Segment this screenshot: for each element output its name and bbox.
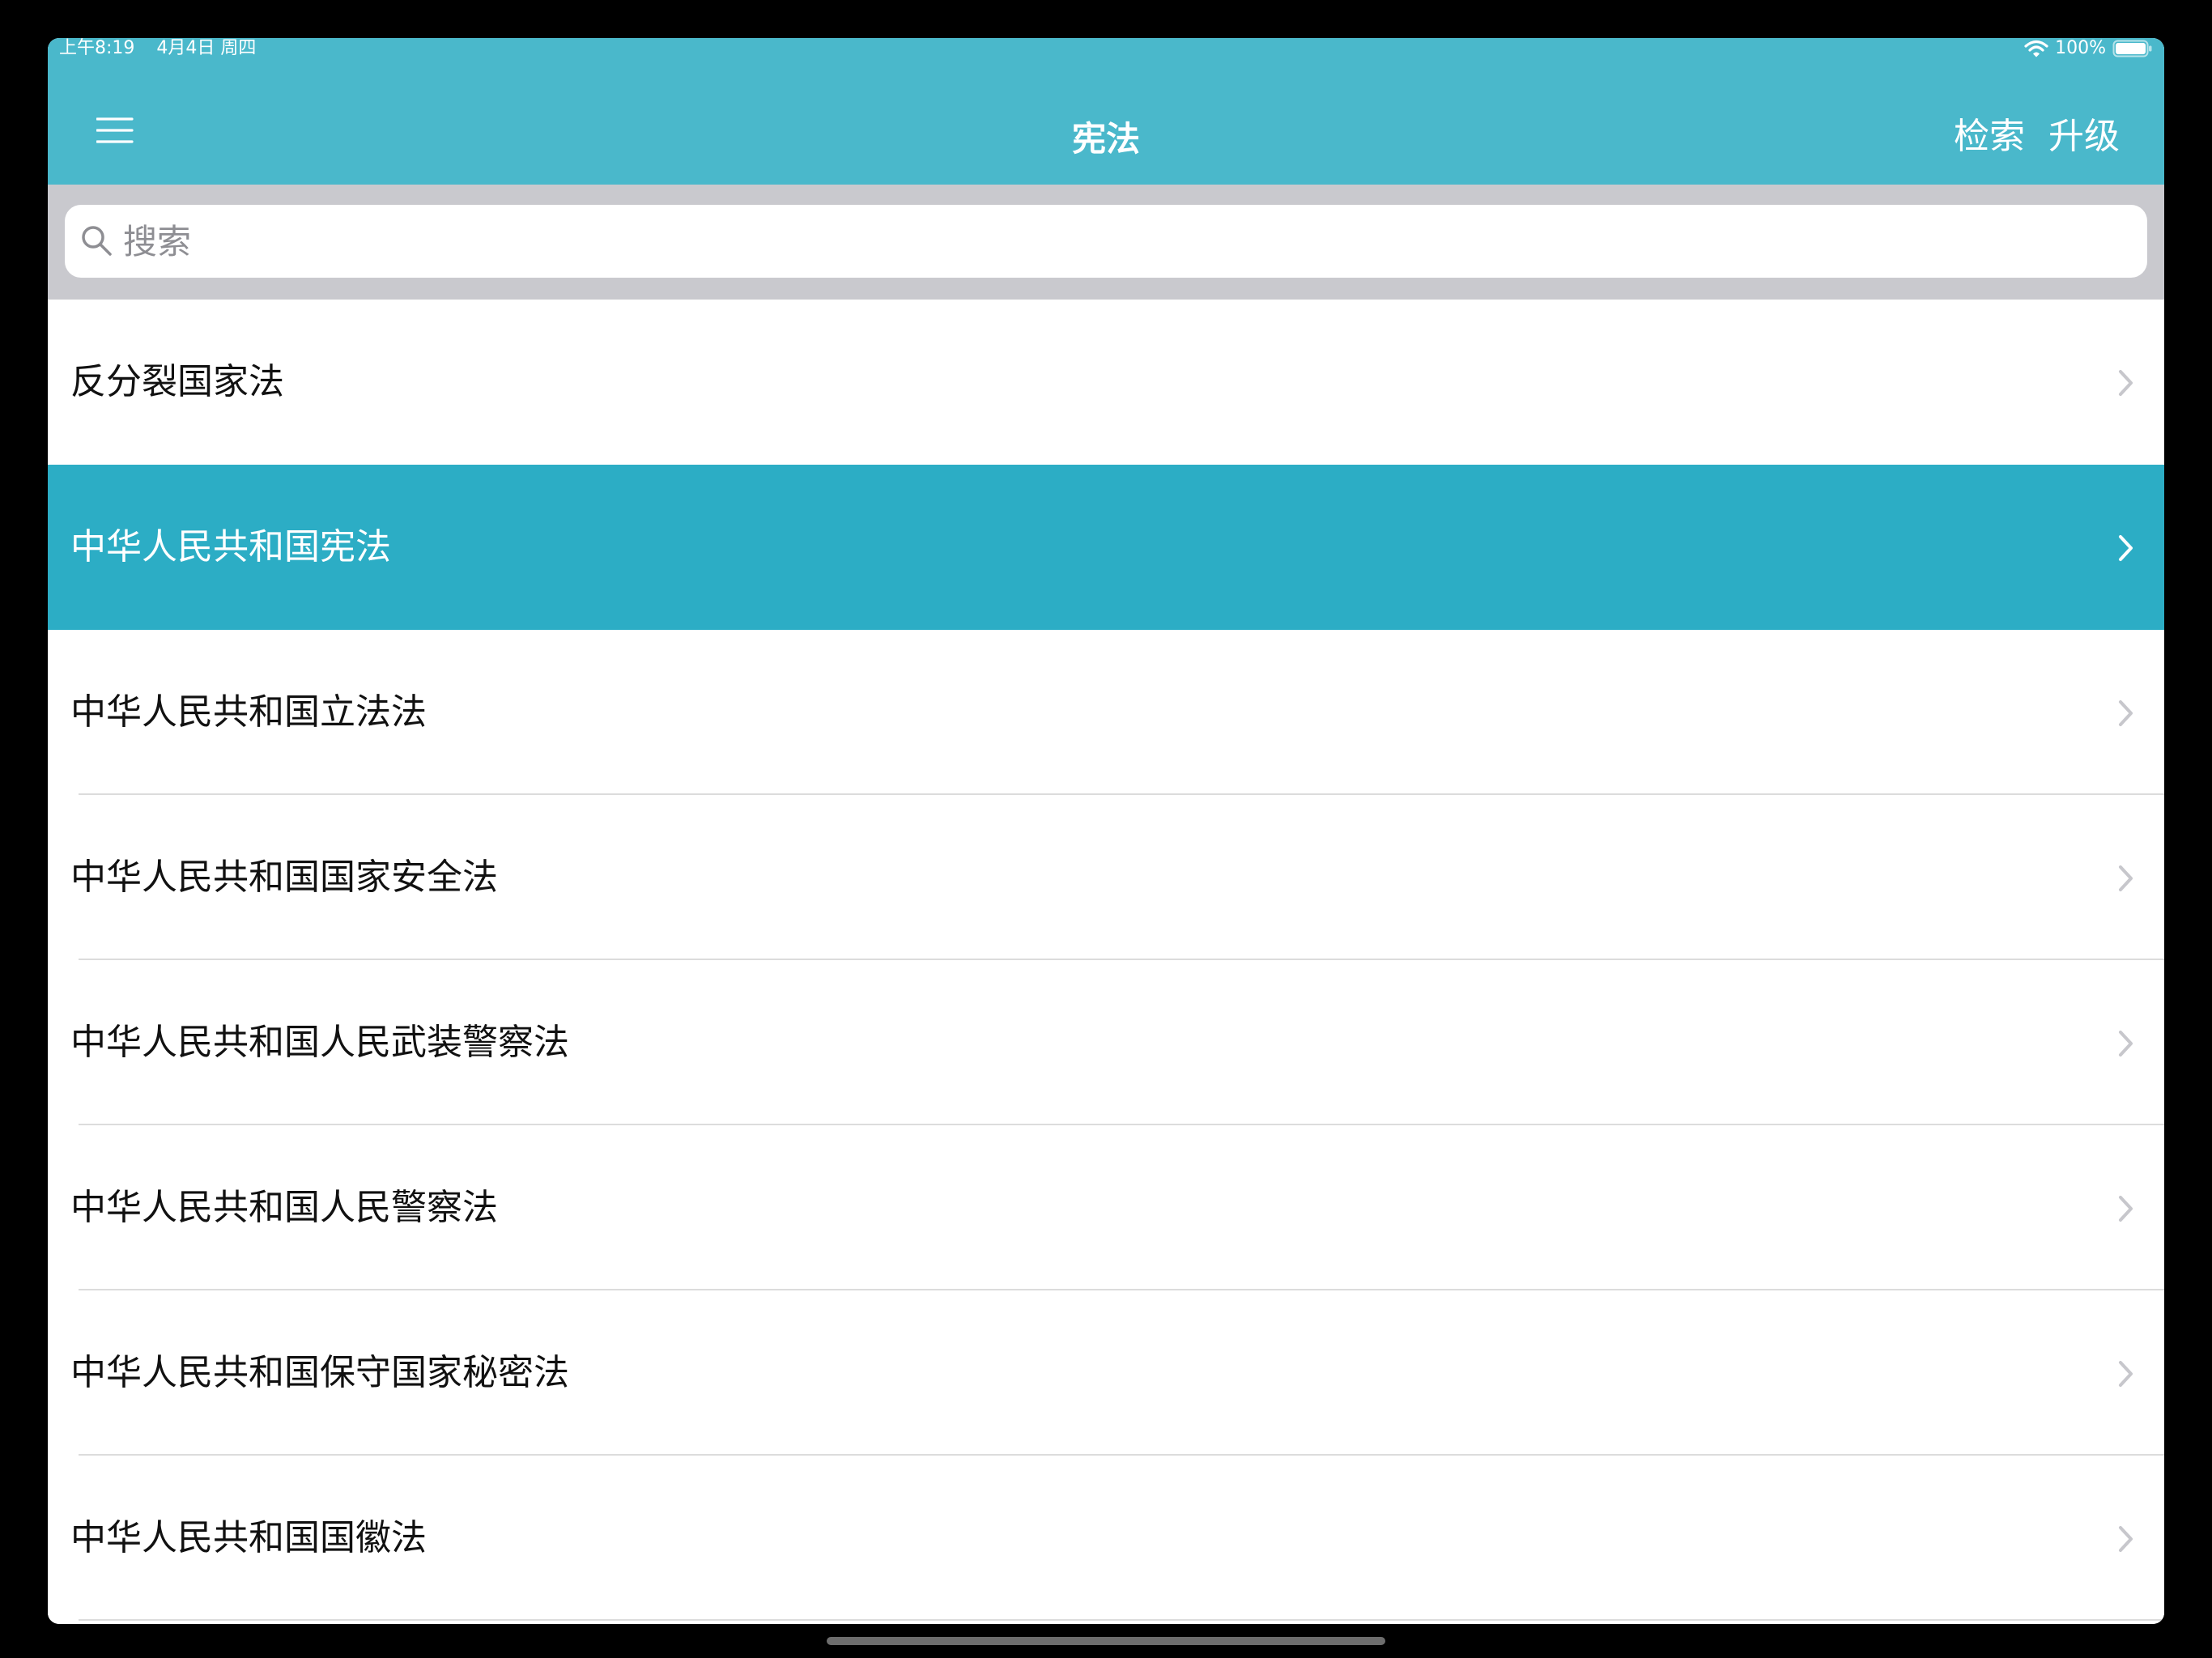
list-item[interactable]: 反分裂国家法 [48, 300, 2164, 465]
status-bar: 上午8:19 4月4日 周四 100% [48, 38, 2164, 61]
status-date: 4月4日 周四 [156, 38, 257, 58]
battery-icon [2112, 39, 2153, 58]
status-time: 上午8:19 [59, 38, 135, 58]
list-item[interactable]: 中华人民共和国国徽法 [48, 1456, 2164, 1621]
list-item-label: 中华人民共和国国家安全法 [70, 857, 498, 898]
chevron-right-icon [2117, 864, 2135, 893]
list-item-label: 中华人民共和国人民警察法 [70, 1187, 498, 1228]
search-icon [80, 224, 114, 258]
list-item[interactable]: 中华人民共和国保守国家秘密法 [48, 1290, 2164, 1456]
search-nav-button[interactable]: 检索 [1954, 113, 2025, 161]
chevron-right-icon [2117, 534, 2135, 563]
list-item-label: 反分裂国家法 [70, 361, 284, 402]
chevron-right-icon [2117, 1029, 2135, 1058]
list-item-label: 中华人民共和国立法法 [70, 691, 427, 733]
list-item[interactable]: 中华人民共和国宪法 [48, 465, 2164, 630]
nav-bar: 上午8:19 4月4日 周四 100% 宪法 检索 升级 [48, 38, 2164, 185]
list-item-label: 中华人民共和国国徽法 [70, 1517, 427, 1558]
row-divider [79, 1619, 2164, 1621]
chevron-right-icon [2117, 1194, 2135, 1223]
search-input[interactable] [123, 216, 2131, 266]
list-item[interactable]: 中华人民共和国国家安全法 [48, 795, 2164, 960]
status-indicators: 100% [2024, 38, 2153, 60]
battery-percent: 100% [2055, 38, 2106, 58]
app-screen: 上午8:19 4月4日 周四 100% 宪法 检索 升级 搜索 反分裂国家法 中… [48, 38, 2164, 1624]
list-item-label: 中华人民共和国宪法 [70, 526, 391, 568]
law-list: 反分裂国家法 中华人民共和国宪法 中华人民共和国立法法 中华人民共和国国家安全法 中华人… [48, 300, 2164, 1624]
list-item[interactable]: 中华人民共和国人民警察法 [48, 1125, 2164, 1290]
status-time-date: 上午8:19 4月4日 周四 [59, 38, 256, 60]
page-title: 宪法 [1071, 119, 1140, 159]
list-item-label: 中华人民共和国保守国家秘密法 [70, 1352, 569, 1393]
chevron-right-icon [2117, 1524, 2135, 1554]
wifi-icon [2024, 39, 2048, 58]
list-item[interactable]: 中华人民共和国人民武装警察法 [48, 960, 2164, 1125]
search-field[interactable] [65, 205, 2147, 278]
list-item[interactable]: 中华人民共和国立法法 [48, 630, 2164, 795]
chevron-right-icon [2117, 699, 2135, 728]
chevron-right-icon [2117, 368, 2135, 397]
home-indicator[interactable] [827, 1637, 1385, 1645]
list-item-label: 中华人民共和国人民武装警察法 [70, 1022, 569, 1063]
chevron-right-icon [2117, 1359, 2135, 1388]
upgrade-button[interactable]: 升级 [2048, 113, 2120, 161]
